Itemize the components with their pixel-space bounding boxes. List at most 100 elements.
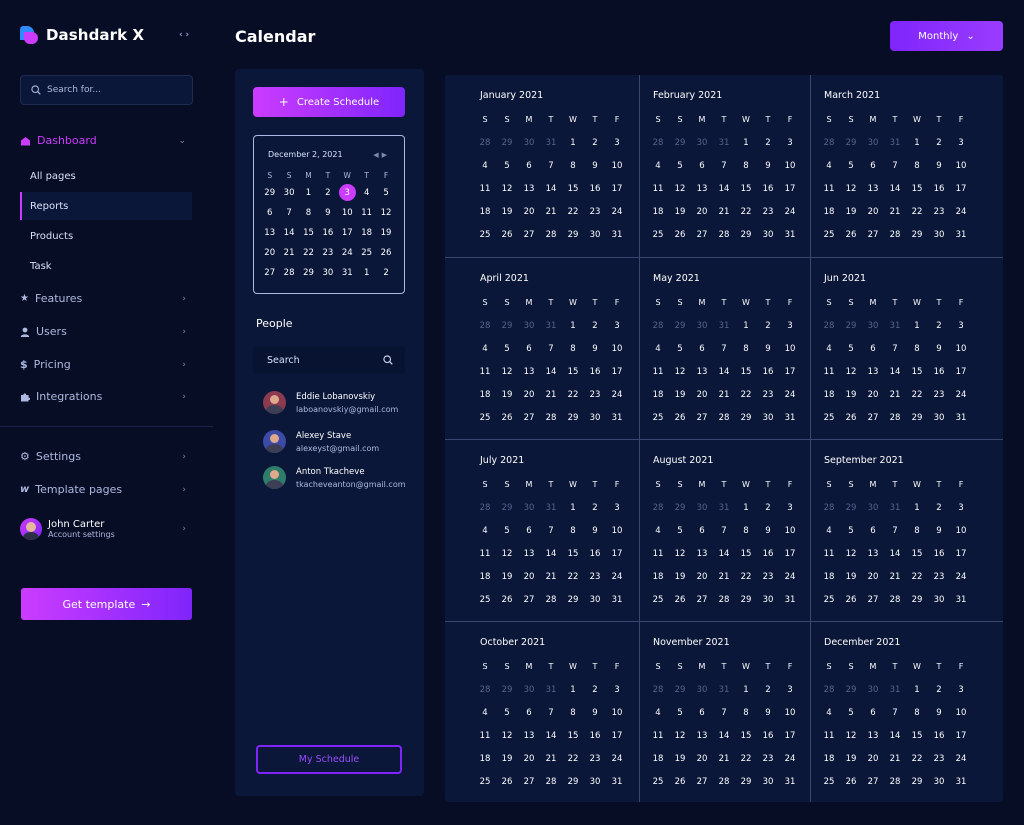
calendar-day[interactable]: 3 [606,314,628,337]
calendar-day[interactable]: 20 [518,383,540,406]
calendar-day[interactable]: 14 [713,724,735,747]
calendar-day[interactable]: 22 [906,747,928,770]
calendar-day[interactable]: 2 [928,314,950,337]
calendar-day[interactable]: 16 [928,542,950,565]
calendar-day[interactable]: 9 [584,701,606,724]
calendar-day[interactable]: 3 [779,131,801,154]
calendar-day[interactable]: 15 [562,177,584,200]
calendar-day[interactable]: 29 [906,406,928,429]
calendar-day[interactable]: 28 [713,223,735,246]
calendar-day[interactable]: 31 [779,406,801,429]
calendar-day[interactable]: 12 [669,542,691,565]
calendar-day[interactable]: 21 [540,383,562,406]
mini-calendar-day[interactable]: 17 [338,223,357,243]
calendar-day[interactable]: 27 [691,770,713,793]
calendar-day[interactable]: 19 [496,747,518,770]
calendar-day[interactable]: 18 [474,747,496,770]
calendar-day[interactable]: 25 [474,223,496,246]
calendar-day[interactable]: 4 [474,519,496,542]
calendar-day[interactable]: 4 [818,701,840,724]
mini-calendar-day[interactable]: 18 [357,223,376,243]
mini-calendar-day[interactable]: 7 [279,203,298,223]
mini-calendar-day[interactable]: 25 [357,243,376,263]
calendar-day[interactable]: 4 [647,701,669,724]
calendar-day[interactable]: 21 [884,383,906,406]
calendar-day[interactable]: 31 [950,588,972,611]
mini-calendar-day[interactable]: 2 [318,183,337,203]
calendar-day[interactable]: 12 [840,724,862,747]
calendar-day[interactable]: 8 [562,337,584,360]
calendar-day[interactable]: 6 [691,337,713,360]
calendar-day[interactable]: 9 [584,519,606,542]
calendar-day[interactable]: 23 [584,383,606,406]
calendar-day[interactable]: 15 [735,360,757,383]
calendar-day[interactable]: 12 [669,177,691,200]
calendar-day[interactable]: 23 [584,565,606,588]
calendar-day[interactable]: 19 [669,383,691,406]
calendar-day[interactable]: 20 [518,565,540,588]
calendar-day[interactable]: 26 [840,406,862,429]
calendar-day[interactable]: 16 [928,724,950,747]
mini-calendar-day[interactable]: 8 [299,203,318,223]
calendar-day[interactable]: 26 [669,406,691,429]
calendar-day[interactable]: 28 [540,406,562,429]
mini-calendar-day[interactable]: 15 [299,223,318,243]
calendar-day[interactable]: 3 [779,678,801,701]
calendar-day[interactable]: 12 [840,542,862,565]
calendar-day[interactable]: 24 [779,747,801,770]
calendar-day[interactable]: 1 [735,314,757,337]
calendar-day[interactable]: 23 [584,200,606,223]
nav-integrations[interactable]: Integrations › [20,390,190,403]
calendar-day[interactable]: 17 [606,542,628,565]
calendar-day[interactable]: 14 [713,360,735,383]
calendar-day[interactable]: 26 [840,223,862,246]
calendar-day[interactable]: 19 [840,200,862,223]
calendar-day[interactable]: 10 [779,154,801,177]
sub-item-all-pages[interactable]: All pages [20,162,192,190]
calendar-day[interactable]: 5 [496,519,518,542]
calendar-day[interactable]: 13 [691,542,713,565]
calendar-day[interactable]: 23 [928,200,950,223]
calendar-day[interactable]: 10 [950,701,972,724]
calendar-day[interactable]: 11 [818,177,840,200]
calendar-day[interactable]: 25 [474,406,496,429]
calendar-day[interactable]: 10 [950,337,972,360]
account-settings[interactable]: John Carter Account settings › [20,518,190,540]
calendar-day[interactable]: 28 [884,588,906,611]
calendar-day[interactable]: 11 [474,177,496,200]
nav-features[interactable]: ★ Features › [20,292,190,305]
calendar-day[interactable]: 13 [862,360,884,383]
calendar-day[interactable]: 22 [735,200,757,223]
calendar-day[interactable]: 19 [840,747,862,770]
calendar-day[interactable]: 20 [862,747,884,770]
calendar-day[interactable]: 31 [606,588,628,611]
calendar-day[interactable]: 26 [496,770,518,793]
calendar-day[interactable]: 17 [606,360,628,383]
calendar-day[interactable]: 1 [735,496,757,519]
calendar-day[interactable]: 4 [818,154,840,177]
calendar-day[interactable]: 30 [584,588,606,611]
calendar-day[interactable]: 24 [779,200,801,223]
calendar-day[interactable]: 17 [779,360,801,383]
mini-calendar-day[interactable]: 5 [376,183,395,203]
calendar-day[interactable]: 11 [647,542,669,565]
calendar-day[interactable]: 14 [540,542,562,565]
calendar-day[interactable]: 24 [606,747,628,770]
calendar-day[interactable]: 7 [884,701,906,724]
calendar-day[interactable]: 13 [518,360,540,383]
calendar-day[interactable]: 29 [735,223,757,246]
person-item[interactable]: Eddie Lobanovskiy laboanovskiy@gmail.com [263,391,398,414]
calendar-day[interactable]: 16 [757,542,779,565]
calendar-day[interactable]: 8 [735,154,757,177]
calendar-day[interactable]: 23 [928,565,950,588]
calendar-day[interactable]: 23 [757,747,779,770]
calendar-day[interactable]: 25 [818,223,840,246]
calendar-day[interactable]: 17 [950,542,972,565]
calendar-day[interactable]: 3 [950,131,972,154]
calendar-day[interactable]: 27 [691,223,713,246]
mini-calendar-day[interactable]: 21 [279,243,298,263]
mini-calendar-day[interactable]: 20 [260,243,279,263]
calendar-day[interactable]: 28 [540,770,562,793]
calendar-day[interactable]: 13 [862,177,884,200]
calendar-day[interactable]: 18 [818,383,840,406]
